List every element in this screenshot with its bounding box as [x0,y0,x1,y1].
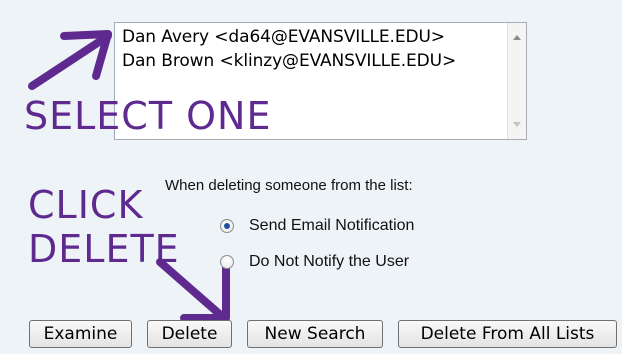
radio-label-send-email: Send Email Notification [249,217,415,234]
examine-button[interactable]: Examine [29,320,132,348]
radio-label-do-not-notify: Do Not Notify the User [249,253,410,270]
arrow-to-list-icon [28,32,112,90]
listbox-scrollbar[interactable] [507,23,526,139]
arrow-to-delete-head-icon [180,264,230,322]
arrow-to-list-head-icon [60,30,112,80]
list-option[interactable]: Dan Avery <da64@EVANSVILLE.EDU> [122,27,445,47]
list-option[interactable]: Dan Brown <klinzy@EVANSVILLE.EDU> [122,51,456,71]
new-search-button[interactable]: New Search [247,320,383,348]
scroll-up-arrow-icon[interactable] [513,35,521,40]
delete-instruction: When deleting someone from the list: [165,177,413,194]
scroll-down-arrow-icon[interactable] [513,122,521,127]
delete-button[interactable]: Delete [147,320,232,348]
form-panel: Dan Avery <da64@EVANSVILLE.EDU> Dan Brow… [0,0,622,354]
select-one-annotation: SELECT ONE [24,94,272,138]
delete-from-all-lists-button[interactable]: Delete From All Lists [398,320,617,348]
delete-annotation: DELETE [28,227,180,271]
radio-do-not-notify[interactable] [220,255,234,269]
radio-send-email[interactable] [220,219,234,233]
click-annotation: CLICK [28,183,144,227]
